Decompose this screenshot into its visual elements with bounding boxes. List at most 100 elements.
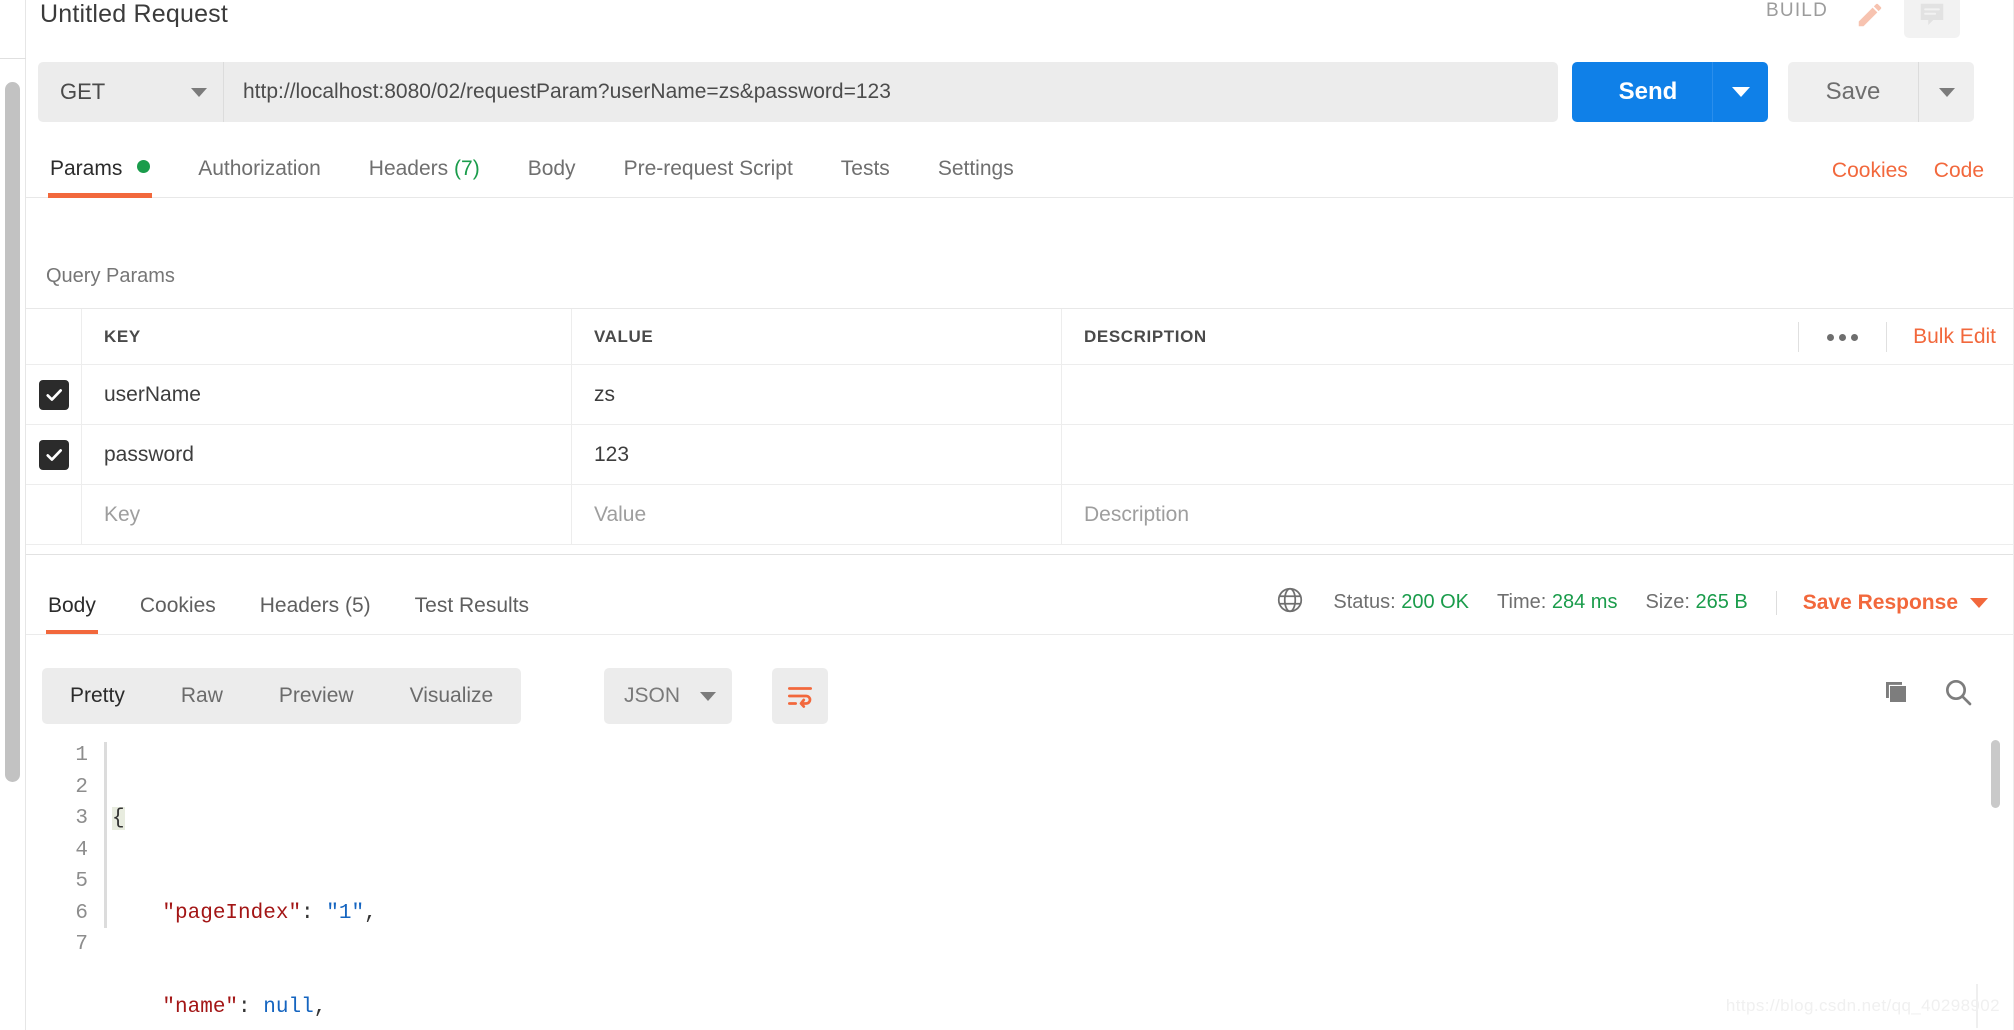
code-line: "name": null,	[162, 996, 327, 1019]
http-method-select[interactable]: GET	[38, 62, 223, 122]
code-scrollbar[interactable]	[1991, 740, 2000, 808]
tab-params-label: Params	[50, 157, 123, 180]
checkbox-checked-icon[interactable]	[38, 439, 69, 470]
query-params-title: Query Params	[46, 265, 175, 287]
content-type-label: JSON	[624, 684, 681, 707]
response-body-actions	[1880, 676, 1974, 713]
format-tab-raw[interactable]: Raw	[153, 684, 251, 708]
new-param-description-input[interactable]: Description	[1084, 503, 1189, 527]
tab-tests[interactable]: Tests	[817, 157, 914, 197]
wrap-lines-icon[interactable]	[772, 668, 828, 724]
table-row[interactable]: userName zs	[26, 365, 2014, 425]
size-label: Size:	[1645, 591, 1690, 613]
tab-tests-label: Tests	[840, 157, 890, 180]
url-bar: GET http://localhost:8080/02/requestPara…	[38, 62, 1558, 122]
copy-icon[interactable]	[1880, 676, 1912, 713]
chevron-down-icon	[1938, 87, 1955, 97]
save-options-button[interactable]	[1918, 62, 1974, 122]
tab-authorization[interactable]: Authorization	[174, 157, 345, 197]
param-value[interactable]: 123	[594, 443, 629, 467]
column-header-key: KEY	[104, 326, 141, 346]
table-header-tools: Bulk Edit	[1798, 309, 1996, 365]
cookies-link[interactable]: Cookies	[1832, 159, 1908, 183]
status-value: 200 OK	[1401, 591, 1470, 613]
format-tab-preview[interactable]: Preview	[251, 684, 382, 708]
response-tab-body[interactable]: Body	[26, 594, 118, 635]
format-tab-visualize[interactable]: Visualize	[382, 684, 522, 708]
param-value[interactable]: zs	[594, 383, 615, 407]
param-key[interactable]: password	[104, 443, 194, 467]
code-line: "pageIndex": "1",	[162, 901, 377, 925]
response-tabs: Body Cookies Headers (5) Test Results St…	[26, 576, 2014, 635]
save-response-button[interactable]: Save Response	[1775, 590, 1988, 615]
response-tab-test-results[interactable]: Test Results	[393, 594, 551, 634]
tab-body[interactable]: Body	[504, 157, 600, 197]
watermark: https://blog.csdn.net/qq_40298902	[1725, 996, 2000, 1015]
column-header-value: VALUE	[594, 326, 654, 346]
tab-pre-request-script-label: Pre-request Script	[623, 157, 793, 180]
vertical-scrollbar[interactable]	[5, 82, 20, 782]
code-link[interactable]: Code	[1934, 159, 1984, 183]
send-button[interactable]: Send	[1572, 62, 1768, 122]
save-response-label: Save Response	[1802, 590, 1958, 614]
url-input[interactable]: http://localhost:8080/02/requestParam?us…	[223, 62, 1558, 122]
tab-settings-label: Settings	[937, 157, 1014, 180]
size-value: 265 B	[1695, 591, 1748, 613]
new-param-value-input[interactable]: Value	[594, 503, 646, 527]
row-checkbox-cell-empty[interactable]	[26, 485, 82, 544]
tab-headers[interactable]: Headers (7)	[345, 157, 504, 197]
tab-settings[interactable]: Settings	[914, 157, 1038, 197]
chevron-down-icon	[700, 691, 716, 701]
page-title: Untitled Request	[40, 0, 229, 28]
save-button[interactable]: Save	[1788, 62, 1974, 122]
left-rail-divider	[0, 58, 26, 59]
http-method-label: GET	[60, 79, 106, 104]
table-header-row: KEY VALUE DESCRIPTION Bulk Edit	[26, 309, 2014, 365]
response-tab-headers[interactable]: Headers (5)	[238, 594, 393, 634]
send-button-label: Send	[1618, 78, 1678, 105]
row-checkbox-cell[interactable]	[26, 365, 82, 424]
line-number: 3	[75, 807, 88, 830]
tab-headers-count: (7)	[454, 157, 480, 180]
comment-icon[interactable]	[1904, 0, 1960, 38]
param-key[interactable]: userName	[104, 383, 201, 407]
new-param-key-input[interactable]: Key	[104, 503, 140, 527]
tab-params[interactable]: Params	[26, 157, 174, 198]
send-options-button[interactable]	[1712, 62, 1768, 122]
response-tab-cookies-label: Cookies	[139, 594, 216, 617]
format-tab-pretty[interactable]: Pretty	[42, 684, 153, 708]
size-badge: Size: 265 B	[1645, 591, 1747, 614]
more-options-icon[interactable]	[1798, 322, 1886, 352]
table-row-empty[interactable]: Key Value Description	[26, 485, 2014, 545]
table-row[interactable]: password 123	[26, 425, 2014, 485]
request-tabs: Params Authorization Headers (7) Body Pr…	[26, 140, 2014, 198]
header-cell-check	[26, 309, 82, 364]
postman-window: Untitled Request BUILD GET http://localh…	[0, 0, 2014, 1030]
line-number: 1	[75, 744, 88, 767]
code-content[interactable]: { "pageIndex": "1", "name": null, "pageS…	[112, 740, 755, 1030]
globe-icon	[1275, 585, 1305, 620]
line-number: 7	[75, 933, 88, 956]
bulk-edit-button[interactable]: Bulk Edit	[1886, 322, 1996, 352]
time-badge: Time: 284 ms	[1497, 591, 1617, 614]
code-line: {	[112, 807, 125, 830]
response-body-code[interactable]: 1 2 3 4 5 6 7 { "pageIndex": "1", "name"…	[26, 740, 2014, 1019]
params-indicator-dot	[137, 160, 151, 173]
row-checkbox-cell[interactable]	[26, 425, 82, 484]
response-tabs-underline	[26, 634, 2014, 635]
search-icon[interactable]	[1942, 676, 1974, 713]
request-tabs-actions: Cookies Code	[1832, 159, 1984, 183]
build-label: BUILD	[1766, 0, 1828, 21]
pencil-icon[interactable]	[1842, 0, 1898, 38]
chevron-down-icon	[1970, 597, 1988, 608]
tab-headers-label: Headers	[368, 157, 449, 180]
time-value: 284 ms	[1551, 591, 1618, 613]
checkbox-checked-icon[interactable]	[38, 379, 69, 410]
line-number: 6	[75, 901, 88, 925]
response-format-tabs: Pretty Raw Preview Visualize	[42, 668, 522, 724]
tab-pre-request-script[interactable]: Pre-request Script	[600, 157, 817, 197]
tab-authorization-label: Authorization	[198, 157, 321, 180]
response-tab-headers-label: Headers	[259, 594, 340, 617]
content-type-select[interactable]: JSON	[604, 668, 732, 724]
response-tab-cookies[interactable]: Cookies	[118, 594, 238, 634]
